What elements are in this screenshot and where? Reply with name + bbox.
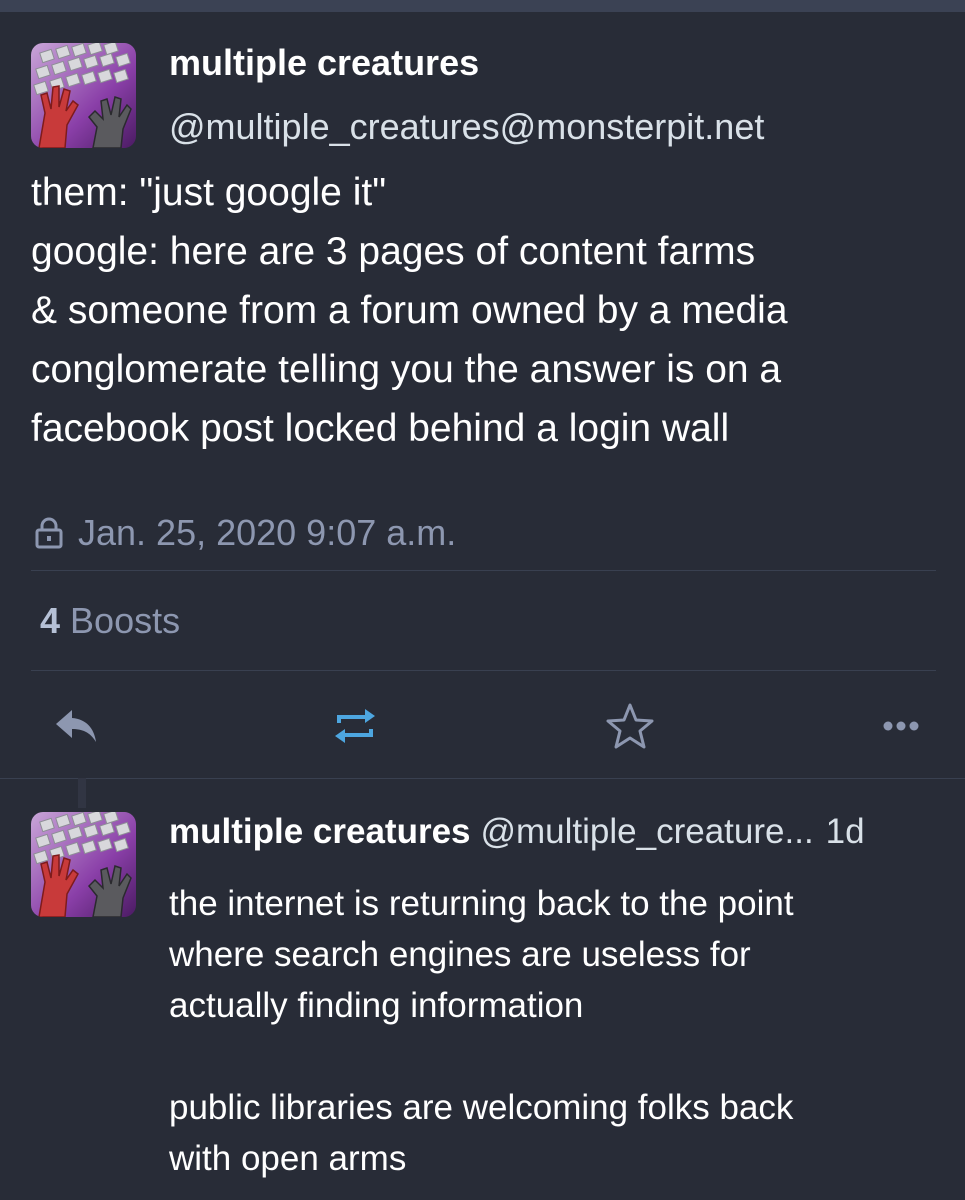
more-button[interactable] bbox=[876, 698, 926, 754]
content-line: facebook post locked behind a login wall bbox=[31, 407, 730, 450]
content-line: conglomerate telling you the answer is o… bbox=[31, 348, 782, 391]
status-meta: Jan. 25, 2020 9:07 a.m. bbox=[34, 508, 456, 558]
author-display-name[interactable]: multiple creatures bbox=[169, 42, 479, 84]
reply-author-avatar[interactable] bbox=[31, 812, 136, 917]
reply-line: where search engines are useless for bbox=[169, 935, 751, 974]
keyboard-hands-avatar-image bbox=[31, 812, 136, 917]
star-icon bbox=[606, 703, 654, 749]
reply-line: actually finding information bbox=[169, 986, 584, 1025]
boost-button[interactable] bbox=[327, 698, 383, 754]
boost-count[interactable]: 4 Boosts bbox=[40, 600, 180, 642]
reply-time[interactable]: 1d bbox=[826, 812, 865, 852]
favourite-button[interactable] bbox=[602, 698, 658, 754]
lock-icon bbox=[35, 517, 63, 549]
reply-display-name[interactable]: multiple creatures bbox=[169, 812, 471, 852]
reply-button[interactable] bbox=[48, 698, 104, 754]
keyboard-hands-avatar-image bbox=[31, 43, 136, 148]
reply-header: multiple creatures @multiple_creature...… bbox=[169, 812, 939, 852]
reply-icon bbox=[56, 710, 96, 742]
boost-count-label: Boosts bbox=[70, 600, 181, 641]
reply-handle[interactable]: @multiple_creature... bbox=[481, 812, 814, 852]
content-line: them: "just google it" bbox=[31, 171, 387, 214]
reply-line: with open arms bbox=[169, 1139, 407, 1178]
top-bar bbox=[0, 0, 965, 12]
content-line: & someone from a forum owned by a media bbox=[31, 289, 788, 332]
reply-line: the internet is returning back to the po… bbox=[169, 884, 794, 923]
author-handle[interactable]: @multiple_creatures@monsterpit.net bbox=[169, 106, 764, 148]
thread-line bbox=[78, 778, 86, 808]
reply-line: public libraries are welcoming folks bac… bbox=[169, 1088, 794, 1127]
divider bbox=[31, 670, 936, 671]
divider bbox=[31, 570, 936, 571]
content-line: google: here are 3 pages of content farm… bbox=[31, 230, 756, 273]
more-icon bbox=[883, 721, 919, 731]
reply-content: the internet is returning back to the po… bbox=[169, 878, 949, 1184]
divider bbox=[0, 778, 965, 779]
boost-icon bbox=[335, 709, 375, 743]
status-content: them: "just google it" google: here are … bbox=[31, 163, 951, 458]
author-avatar[interactable] bbox=[31, 43, 136, 148]
status-timestamp[interactable]: Jan. 25, 2020 9:07 a.m. bbox=[78, 512, 456, 554]
boost-count-number: 4 bbox=[40, 600, 61, 641]
